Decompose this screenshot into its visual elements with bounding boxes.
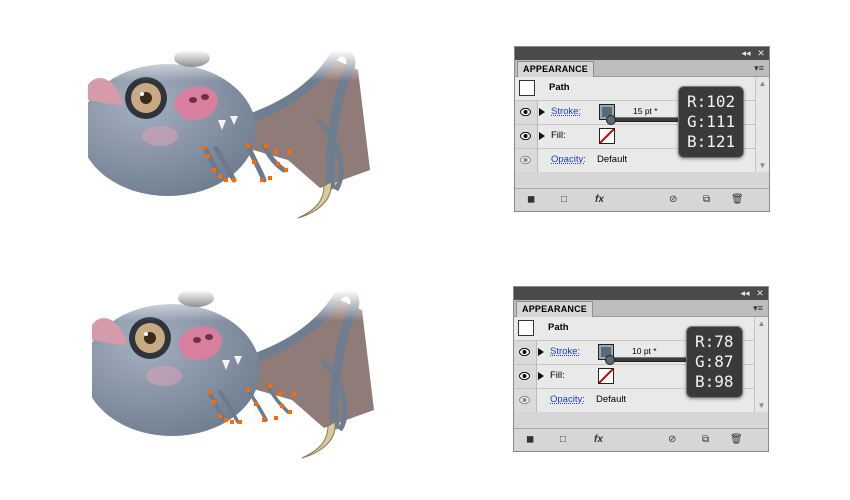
stroke-label[interactable]: Stroke: xyxy=(551,106,581,117)
tab-appearance[interactable]: APPEARANCE xyxy=(516,301,594,317)
panel-tab-row: APPEARANCE ▾≡ xyxy=(515,60,769,77)
opacity-value: Default xyxy=(596,394,627,405)
path-thumbnail xyxy=(518,320,534,336)
tooltip-blue: B:98 xyxy=(695,372,734,391)
opacity-value: Default xyxy=(597,154,628,165)
disclosure-triangle-icon[interactable] xyxy=(538,348,544,356)
close-icon[interactable]: ✕ xyxy=(754,47,768,60)
panel-menu-icon[interactable]: ▾≡ xyxy=(752,61,766,75)
trash-icon[interactable]: 🗑 xyxy=(731,193,744,207)
tooltip-leader xyxy=(612,117,682,122)
color-tooltip: R:78 G:87 B:98 xyxy=(686,326,743,398)
visibility-toggle[interactable] xyxy=(515,101,538,124)
panel-bottom-toolbar: ◼ □ fx ⊘ ⧉ 🗑 xyxy=(514,428,768,451)
fx-icon[interactable]: fx xyxy=(594,433,603,447)
object-label: Path xyxy=(549,82,570,93)
eye-icon xyxy=(519,372,530,380)
eye-icon xyxy=(520,108,531,116)
scroll-down-icon[interactable]: ▼ xyxy=(755,401,768,410)
tab-appearance[interactable]: APPEARANCE xyxy=(517,61,595,77)
fill-none-swatch-icon[interactable] xyxy=(598,368,614,384)
disclosure-triangle-icon[interactable] xyxy=(539,108,545,116)
trash-icon[interactable]: 🗑 xyxy=(730,433,743,447)
scroll-up-icon[interactable]: ▲ xyxy=(756,79,769,88)
bat-illustration-top xyxy=(88,50,388,222)
panel-titlebar: ◂◂ ✕ xyxy=(514,287,768,300)
disclosure-triangle-icon[interactable] xyxy=(539,132,545,140)
visibility-toggle[interactable] xyxy=(515,149,538,172)
color-tooltip: R:102 G:111 B:121 xyxy=(678,86,745,158)
eye-icon xyxy=(519,348,530,356)
visibility-toggle[interactable] xyxy=(514,341,537,364)
tooltip-red: R:78 xyxy=(695,332,734,351)
duplicate-icon[interactable]: ⧉ xyxy=(703,193,710,207)
add-fill-icon[interactable]: □ xyxy=(561,193,567,207)
tooltip-anchor xyxy=(606,115,616,125)
close-icon[interactable]: ✕ xyxy=(753,287,767,300)
scrollbar[interactable]: ▲ ▼ xyxy=(754,317,768,412)
visibility-toggle[interactable] xyxy=(514,365,537,388)
collapse-icon[interactable]: ◂◂ xyxy=(738,287,752,300)
stroke-weight-value[interactable]: 15 pt * xyxy=(633,106,658,116)
stroke-weight-value[interactable]: 10 pt * xyxy=(632,346,657,356)
panel-bottom-toolbar: ◼ □ fx ⊘ ⧉ 🗑 xyxy=(515,188,769,211)
collapse-icon[interactable]: ◂◂ xyxy=(739,47,753,60)
tooltip-anchor xyxy=(605,355,615,365)
panel-menu-icon[interactable]: ▾≡ xyxy=(751,301,765,315)
clear-icon[interactable]: ⊘ xyxy=(669,193,677,207)
add-fill-icon[interactable]: □ xyxy=(560,433,566,447)
eye-icon xyxy=(520,156,531,164)
scroll-down-icon[interactable]: ▼ xyxy=(756,161,769,170)
eye-icon xyxy=(520,132,531,140)
tooltip-blue: B:121 xyxy=(687,132,736,151)
stroke-label[interactable]: Stroke: xyxy=(550,346,580,357)
tooltip-green: G:87 xyxy=(695,352,734,371)
add-stroke-icon[interactable]: ◼ xyxy=(527,193,535,207)
opacity-label[interactable]: Opacity: xyxy=(550,394,585,405)
panel-titlebar: ◂◂ ✕ xyxy=(515,47,769,60)
disclosure-triangle-icon[interactable] xyxy=(538,372,544,380)
tooltip-red: R:102 xyxy=(687,92,736,111)
scroll-up-icon[interactable]: ▲ xyxy=(755,319,768,328)
duplicate-icon[interactable]: ⧉ xyxy=(702,433,709,447)
tooltip-green: G:111 xyxy=(687,112,736,131)
path-thumbnail xyxy=(519,80,535,96)
object-label: Path xyxy=(548,322,569,333)
opacity-label[interactable]: Opacity: xyxy=(551,154,586,165)
visibility-toggle[interactable] xyxy=(515,125,538,148)
tooltip-leader xyxy=(611,357,687,362)
fx-icon[interactable]: fx xyxy=(595,193,604,207)
bat-illustration-bottom xyxy=(92,290,392,462)
fill-none-swatch-icon[interactable] xyxy=(599,128,615,144)
scrollbar[interactable]: ▲ ▼ xyxy=(755,77,769,172)
clear-icon[interactable]: ⊘ xyxy=(668,433,676,447)
eye-icon xyxy=(519,396,530,404)
panel-tab-row: APPEARANCE ▾≡ xyxy=(514,300,768,317)
fill-label: Fill: xyxy=(550,370,565,381)
visibility-toggle[interactable] xyxy=(514,389,537,412)
add-stroke-icon[interactable]: ◼ xyxy=(526,433,534,447)
fill-label: Fill: xyxy=(551,130,566,141)
